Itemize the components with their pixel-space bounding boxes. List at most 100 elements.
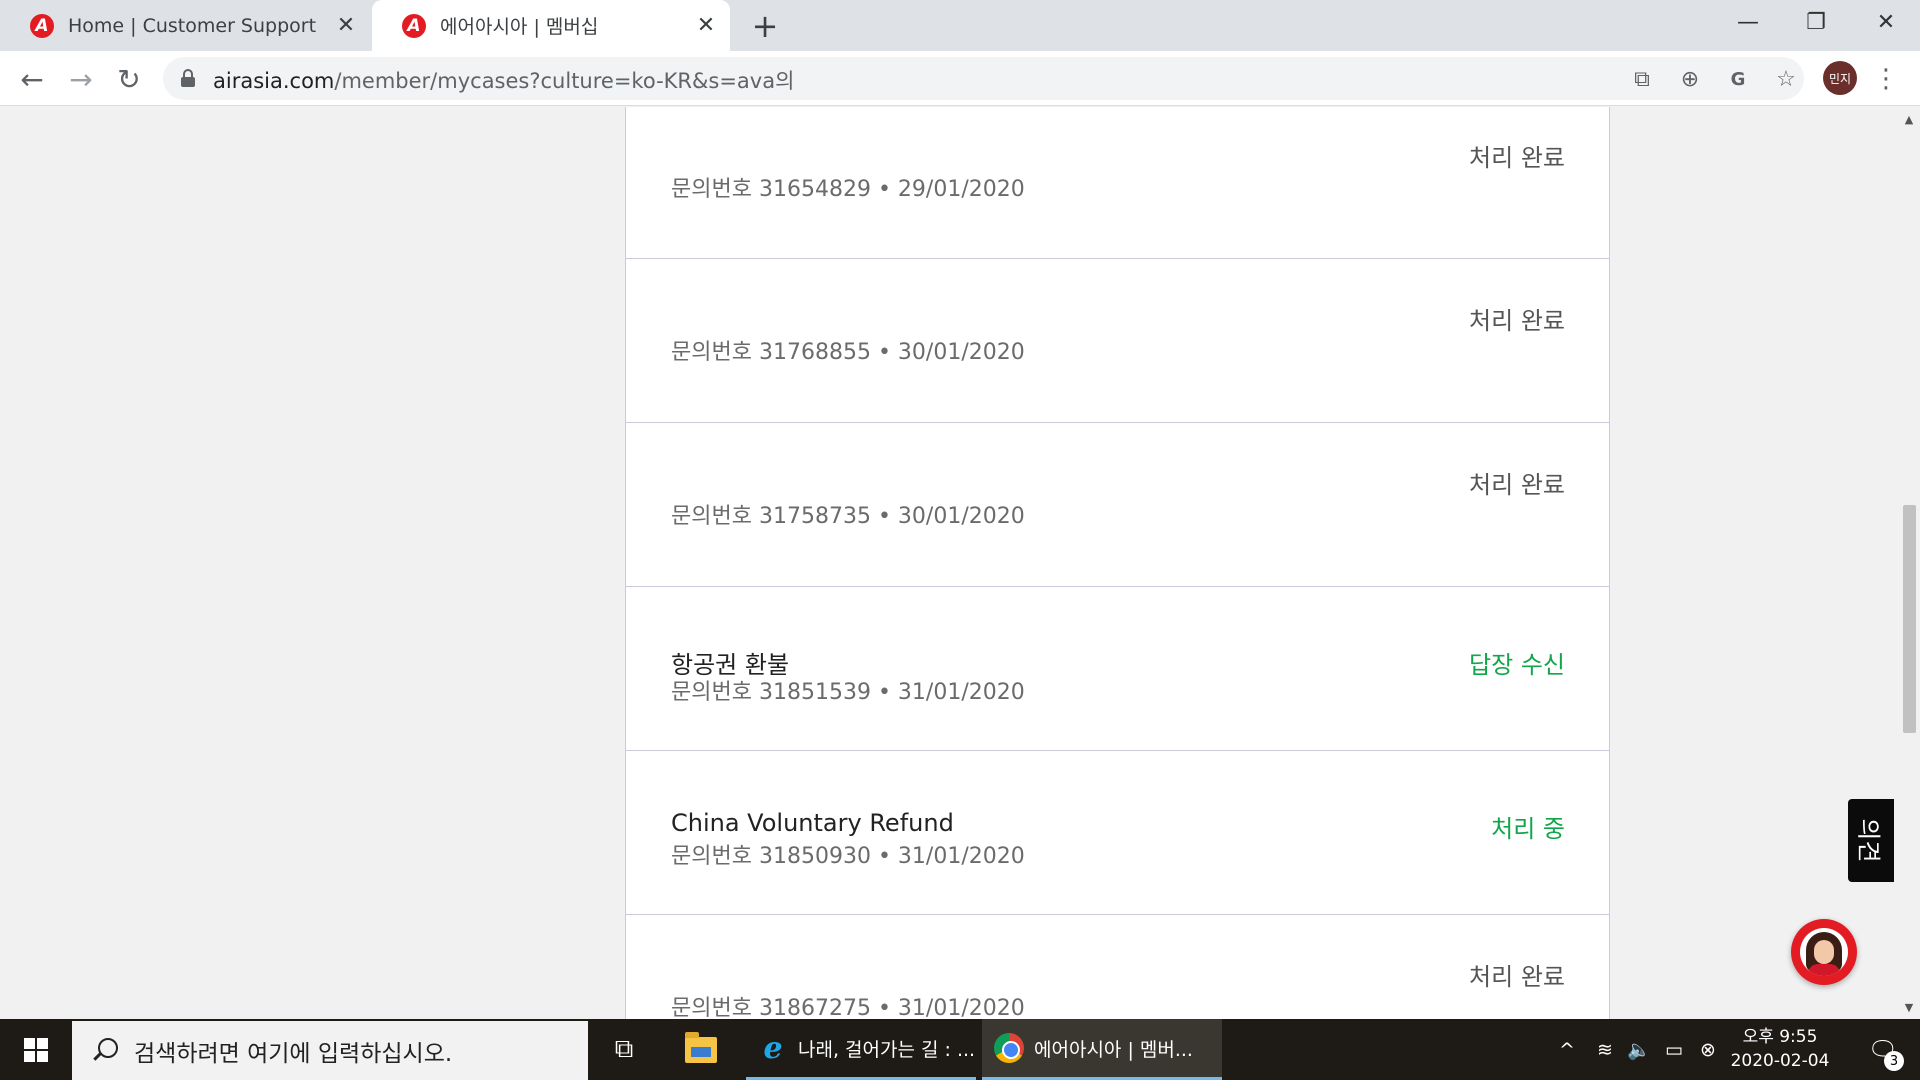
case-item[interactable]: 항공권 환불 문의번호 31851539 • 31/01/2020 답장 수신 — [625, 587, 1610, 751]
file-explorer-icon — [685, 1031, 717, 1063]
scrollbar-thumb[interactable] — [1903, 505, 1916, 733]
back-button[interactable]: ← — [12, 59, 52, 99]
volume-icon[interactable]: 🔈 — [1622, 1019, 1656, 1080]
case-meta: 문의번호 31654829 • 29/01/2020 — [671, 171, 1025, 203]
case-date: 31/01/2020 — [897, 996, 1025, 1019]
meta-separator: • — [870, 996, 898, 1019]
case-number: 31758735 — [758, 504, 871, 529]
taskbar-app-label: 나래, 걸어가는 길 : ... — [798, 1038, 976, 1061]
install-app-icon[interactable]: ⊕ — [1674, 63, 1706, 95]
close-tab-icon[interactable]: ✕ — [332, 12, 360, 40]
new-tab-button[interactable]: + — [748, 7, 782, 45]
meta-separator: • — [870, 844, 898, 869]
taskbar-app-ie[interactable]: e 나래, 걸어가는 길 : ... — [746, 1019, 976, 1080]
feedback-tab[interactable]: 의견 — [1848, 799, 1894, 882]
page-viewport: 문의번호 31654829 • 29/01/2020 처리 완료 문의번호 31… — [0, 107, 1898, 1019]
address-bar[interactable]: airasia.com/member/mycases?culture=ko-KR… — [163, 57, 1804, 100]
taskbar-search-box[interactable]: 검색하려면 여기에 입력하십시오. — [72, 1021, 588, 1080]
feedback-label: 의견 — [1854, 818, 1883, 863]
window-close-button[interactable]: ✕ — [1852, 0, 1920, 44]
meta-separator: • — [870, 680, 898, 705]
case-label: 문의번호 — [671, 844, 752, 869]
file-explorer-button[interactable] — [668, 1019, 734, 1080]
case-label: 문의번호 — [671, 680, 752, 705]
chat-assistant-button[interactable] — [1791, 919, 1857, 985]
tray-overflow-chevron-icon[interactable]: ^ — [1552, 1019, 1582, 1080]
internet-explorer-icon: e — [763, 1030, 783, 1066]
case-meta: 문의번호 31758735 • 30/01/2020 — [671, 498, 1025, 530]
minimize-button[interactable]: — — [1714, 0, 1782, 44]
case-item[interactable]: 문의번호 31867275 • 31/01/2020 처리 완료 — [625, 915, 1610, 1019]
notification-count-badge: 3 — [1884, 1051, 1904, 1071]
case-date: 29/01/2020 — [897, 177, 1025, 202]
bookmark-star-icon[interactable]: ☆ — [1770, 63, 1802, 95]
search-icon — [90, 1036, 120, 1066]
page-scrollbar[interactable]: ▲ ▼ — [1898, 107, 1920, 1019]
taskbar-clock[interactable]: 오후 9:55 2020-02-04 — [1724, 1025, 1836, 1073]
case-status: 처리 완료 — [1469, 963, 1565, 991]
case-number: 31867275 — [758, 996, 871, 1019]
close-tab-icon[interactable]: ✕ — [692, 12, 720, 40]
case-date: 31/01/2020 — [897, 680, 1025, 705]
case-item[interactable]: 문의번호 31654829 • 29/01/2020 처리 완료 — [625, 107, 1610, 259]
open-external-icon[interactable]: ⧉ — [1626, 63, 1658, 95]
case-status: 답장 수신 — [1469, 651, 1565, 679]
case-status: 처리 완료 — [1469, 144, 1565, 172]
case-status: 처리 완료 — [1469, 471, 1565, 499]
tab-membership[interactable]: A 에어아시아 | 멤버십 ✕ — [372, 0, 730, 51]
task-view-icon[interactable]: ⧉ — [592, 1019, 656, 1080]
case-label: 문의번호 — [671, 504, 752, 529]
case-date: 30/01/2020 — [897, 340, 1025, 365]
case-date: 30/01/2020 — [897, 504, 1025, 529]
case-item[interactable]: 문의번호 31758735 • 30/01/2020 처리 완료 — [625, 423, 1610, 587]
case-item[interactable]: China Voluntary Refund 문의번호 31850930 • 3… — [625, 751, 1610, 915]
search-placeholder: 검색하려면 여기에 입력하십시오. — [134, 1040, 453, 1067]
case-meta: 문의번호 31850930 • 31/01/2020 — [671, 838, 1025, 870]
browser-toolbar: ← → ↻ airasia.com/member/mycases?culture… — [0, 51, 1920, 106]
case-number: 31654829 — [758, 177, 871, 202]
taskbar-app-chrome[interactable]: 에어아시아 | 멤버... — [982, 1019, 1222, 1080]
case-label: 문의번호 — [671, 177, 752, 202]
case-number: 31850930 — [758, 844, 871, 869]
case-date: 31/01/2020 — [897, 844, 1025, 869]
url-path: /member/mycases?culture=ko-KR&s=ava의 — [334, 69, 795, 93]
tab-strip: A Home | Customer Support ✕ A 에어아시아 | 멤버… — [0, 0, 1920, 51]
restore-button[interactable]: ❐ — [1782, 0, 1850, 44]
forward-button[interactable]: → — [61, 59, 101, 99]
start-button[interactable] — [0, 1019, 72, 1080]
profile-avatar[interactable]: 민지 — [1823, 61, 1857, 95]
case-number: 31851539 — [758, 680, 871, 705]
case-label: 문의번호 — [671, 340, 752, 365]
clock-date: 2020-02-04 — [1730, 1051, 1830, 1071]
meta-separator: • — [870, 340, 898, 365]
wifi-icon[interactable]: ≋ — [1588, 1019, 1622, 1080]
lock-icon[interactable] — [181, 69, 195, 87]
browser-menu-icon[interactable]: ⋮ — [1870, 59, 1902, 99]
reload-button[interactable]: ↻ — [109, 59, 149, 99]
tab-title: Home | Customer Support — [68, 14, 317, 37]
case-meta: 문의번호 31768855 • 30/01/2020 — [671, 334, 1025, 366]
scroll-down-arrow-icon[interactable]: ▼ — [1898, 997, 1920, 1017]
case-status: 처리 완료 — [1469, 307, 1565, 335]
case-meta: 문의번호 31851539 • 31/01/2020 — [671, 674, 1025, 706]
airasia-favicon-icon: A — [402, 13, 426, 38]
airasia-favicon-icon: A — [30, 13, 54, 38]
meta-separator: • — [870, 504, 898, 529]
action-center-button[interactable]: 🗨 3 — [1854, 1019, 1912, 1080]
case-list: 문의번호 31654829 • 29/01/2020 처리 완료 문의번호 31… — [625, 107, 1610, 1019]
case-meta: 문의번호 31867275 • 31/01/2020 — [671, 990, 1025, 1019]
windows-taskbar: 검색하려면 여기에 입력하십시오. ⧉ e 나래, 걸어가는 길 : ... 에… — [0, 1019, 1920, 1080]
tab-customer-support[interactable]: A Home | Customer Support ✕ — [0, 0, 370, 51]
translate-icon[interactable]: G — [1722, 63, 1754, 95]
case-number: 31768855 — [758, 340, 871, 365]
network-disconnected-icon[interactable]: ⊗ — [1692, 1019, 1724, 1080]
case-item[interactable]: 문의번호 31768855 • 30/01/2020 처리 완료 — [625, 259, 1610, 423]
chat-avatar-icon — [1800, 928, 1848, 976]
chrome-icon — [994, 1033, 1024, 1063]
scroll-up-arrow-icon[interactable]: ▲ — [1898, 109, 1920, 129]
url-text[interactable]: airasia.com/member/mycases?culture=ko-KR… — [213, 65, 794, 95]
battery-icon[interactable]: ▭ — [1656, 1019, 1692, 1080]
meta-separator: • — [870, 177, 898, 202]
clock-time: 오후 9:55 — [1742, 1027, 1818, 1047]
taskbar-app-label: 에어아시아 | 멤버... — [1034, 1038, 1193, 1061]
